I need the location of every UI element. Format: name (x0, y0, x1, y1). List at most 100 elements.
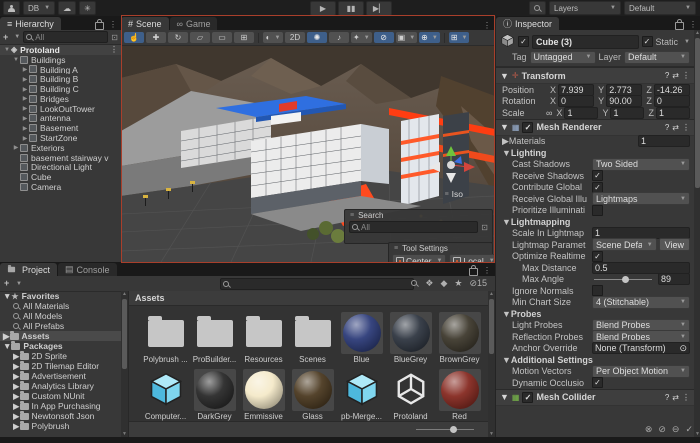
x-field[interactable]: 0 (558, 95, 594, 107)
foldout-icon[interactable]: ▼ (502, 309, 511, 319)
layers-dropdown[interactable]: Layers ▼ (549, 1, 621, 15)
hierarchy-item[interactable]: ▼Buildings (0, 55, 121, 65)
presets-icon[interactable]: ⇄ (672, 393, 679, 402)
property-checkbox[interactable]: ✓ (592, 251, 603, 262)
foldout-icon[interactable]: ▶ (13, 401, 20, 411)
pivot-dropdown[interactable]: Center ▼ (392, 254, 446, 262)
z-field[interactable]: 1 (656, 107, 690, 119)
foldout-icon[interactable]: ▶ (13, 411, 20, 421)
audio-toggle[interactable]: ♪ (329, 32, 349, 43)
value-field[interactable]: 1 (638, 135, 690, 147)
camera-dropdown[interactable]: ▣▼ (396, 32, 418, 43)
asset-item[interactable]: Polybrush ... (141, 312, 190, 369)
foldout-icon[interactable]: ▶ (21, 66, 29, 73)
project-tree-item[interactable]: ▶Assets (0, 331, 121, 341)
foldout-icon[interactable]: ▶ (3, 331, 10, 341)
cloud-button[interactable]: ☁ (58, 1, 76, 15)
kebab-menu-icon[interactable]: ⋮ (483, 266, 491, 275)
asset-item[interactable]: Glass (288, 369, 337, 426)
foldout-icon[interactable]: ▶ (21, 105, 29, 112)
project-tree-item[interactable]: ▶Analytics Library (0, 381, 121, 391)
asset-item[interactable]: Protoland (386, 369, 435, 426)
scale-tool[interactable]: ▱ (190, 32, 210, 43)
foldout-icon[interactable]: ▶ (13, 371, 20, 381)
search-button[interactable] (529, 1, 546, 15)
hand-tool[interactable]: ☝ (124, 32, 144, 43)
tab-game[interactable]: ∞ Game (170, 17, 218, 30)
property-dropdown[interactable]: Lightmaps▼ (592, 192, 690, 205)
foldout-icon[interactable]: ▶ (21, 135, 29, 142)
asset-item[interactable]: pb-Merge... (337, 369, 386, 426)
grid-dropdown[interactable]: ⊞▼ (449, 32, 470, 43)
foldout-icon[interactable]: ▶ (13, 391, 20, 401)
foldout-icon[interactable]: ▶ (13, 351, 20, 361)
asset-item[interactable]: Scenes (288, 312, 337, 369)
visibility-toggle[interactable]: ⊘ (374, 32, 394, 43)
hierarchy-item[interactable]: ▶Building A (0, 65, 121, 75)
account-dropdown[interactable]: DB ▼ (23, 1, 55, 15)
assets-breadcrumb[interactable]: Assets (129, 291, 488, 306)
component-enabled-checkbox[interactable]: ✓ (522, 122, 533, 133)
rotate-tool[interactable]: ↻ (168, 32, 188, 43)
scene-search-input[interactable]: All (349, 221, 478, 233)
favorites-filter-icon[interactable]: ★ (454, 278, 462, 289)
foldout-icon[interactable]: ▶ (21, 86, 29, 93)
project-tree-item[interactable]: ▼Packages (0, 341, 121, 351)
hierarchy-item[interactable]: basement stairway v (0, 153, 121, 163)
search-by-type-icon[interactable]: ⊡ (111, 33, 118, 42)
property-dropdown[interactable]: Per Object Motion▼ (592, 365, 690, 378)
foldout-icon[interactable]: ▶ (13, 361, 20, 371)
hierarchy-item[interactable]: Cube (0, 172, 121, 182)
add-object-button[interactable]: + (3, 32, 8, 42)
property-dropdown[interactable]: Scene Default Par▼ (592, 238, 657, 251)
property-checkbox[interactable]: ✓ (592, 377, 603, 388)
icon-size-slider[interactable] (416, 429, 474, 430)
hierarchy-search-input[interactable]: All (23, 31, 108, 43)
project-tree-item[interactable]: ▼★Favorites (0, 291, 121, 301)
component-header-mesh-renderer[interactable]: ▼▦✓Mesh Renderer?⇄⋮ (496, 119, 694, 136)
scroll-up-icon[interactable]: ▲ (488, 291, 495, 297)
project-tree-item[interactable]: ▶In App Purchasing (0, 401, 121, 411)
project-tree-item[interactable]: All Models (0, 311, 121, 321)
foldout-icon[interactable]: ▼ (500, 122, 509, 132)
project-tree-item[interactable]: ▶Polybrush (0, 421, 121, 431)
object-field[interactable]: None (Transform)⊙ (592, 342, 690, 354)
foldout-icon[interactable]: ▶ (21, 95, 29, 102)
gameobject-enabled-checkbox[interactable]: ✓ (518, 36, 529, 47)
gameobject-icon[interactable] (500, 33, 515, 50)
chevron-down-icon[interactable]: ▼ (14, 34, 20, 40)
collab-button[interactable]: ✳ (79, 1, 96, 15)
kebab-menu-icon[interactable]: ⋮ (109, 20, 117, 29)
lighting-toggle[interactable]: ✺ (307, 32, 327, 43)
link-scale-icon[interactable]: ∞ (546, 108, 552, 118)
foldout-icon[interactable]: ▼ (3, 47, 11, 53)
foldout-icon[interactable]: ▶ (21, 76, 29, 83)
project-tree-item[interactable]: ▶Advertisement (0, 371, 121, 381)
foldout-icon[interactable]: ▼ (502, 217, 511, 227)
account-button[interactable] (3, 1, 20, 15)
property-dropdown[interactable]: Two Sided▼ (592, 158, 690, 171)
hierarchy-item[interactable]: ▶antenna (0, 114, 121, 124)
hierarchy-scene-header[interactable]: ▼◈Protoland⋮ (0, 45, 121, 55)
hierarchy-item[interactable]: ▶Building C (0, 84, 121, 94)
lock-icon[interactable] (469, 268, 478, 276)
component-header-mesh-collider[interactable]: ▼▦✓Mesh Collider?⇄⋮ (496, 389, 694, 406)
assets-scrollbar[interactable]: ▲ ▼ (488, 291, 495, 437)
y-field[interactable]: 1 (610, 107, 644, 119)
foldout-icon[interactable]: ▶ (13, 381, 20, 391)
object-picker-icon[interactable]: ⊙ (679, 343, 687, 354)
label-filter-icon[interactable]: ◆ (440, 278, 447, 289)
grip-icon[interactable]: ≡ (394, 245, 398, 252)
kebab-menu-icon[interactable]: ⋮ (682, 393, 690, 402)
foldout-icon[interactable]: ▶ (21, 125, 29, 132)
effects-dropdown[interactable]: ✦▼ (351, 32, 372, 43)
console-errors-muted-icon[interactable]: ⊗ (645, 424, 653, 435)
asset-item[interactable]: Resources (239, 312, 288, 369)
tab-scene[interactable]: # Scene (121, 17, 169, 30)
component-enabled-checkbox[interactable]: ✓ (522, 392, 533, 403)
hierarchy-item[interactable]: ▶Exteriors (0, 143, 121, 153)
project-tree-item[interactable]: ▶2D Sprite (0, 351, 121, 361)
hierarchy-item[interactable]: ▶LookOutTower (0, 104, 121, 114)
move-tool[interactable]: ✚ (146, 32, 166, 43)
slider-thumb[interactable] (622, 276, 629, 283)
